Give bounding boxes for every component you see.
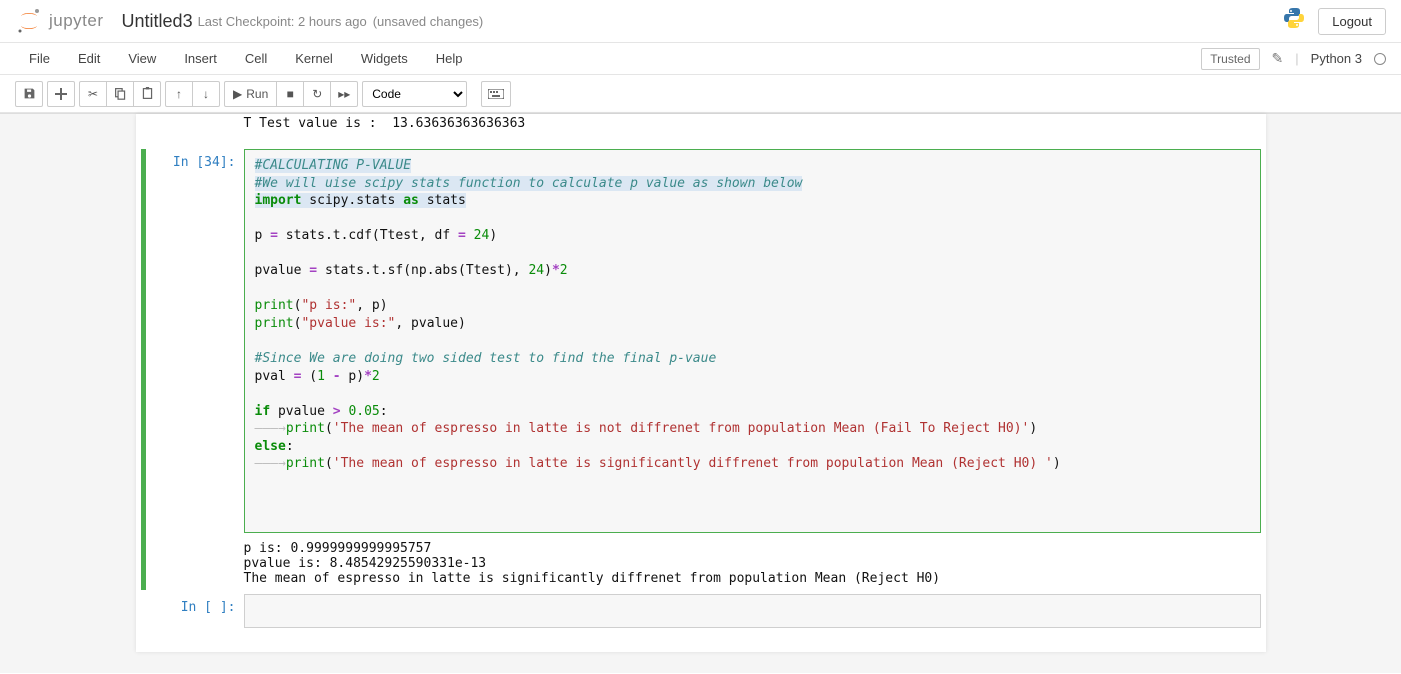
menu-help[interactable]: Help bbox=[422, 45, 477, 72]
cell-output: p is: 0.9999999999995757 pvalue is: 8.48… bbox=[244, 533, 1261, 590]
input-prompt: In [34]: bbox=[146, 149, 244, 590]
trusted-badge[interactable]: Trusted bbox=[1201, 48, 1259, 70]
cut-button[interactable]: ✂ bbox=[79, 81, 107, 107]
add-cell-button[interactable] bbox=[47, 81, 75, 107]
jupyter-icon bbox=[15, 7, 43, 35]
notebook-container: T Test value is : 13.63636363636363 In [… bbox=[136, 114, 1266, 652]
code-cell[interactable]: In [ ]: bbox=[146, 594, 1261, 628]
toolbar: ✂ ↑ ↓ ▶Run ■ ↻ ▸▸ Code bbox=[0, 75, 1401, 113]
kernel-indicator-icon[interactable] bbox=[1374, 53, 1386, 65]
code-input[interactable]: #CALCULATING P-VALUE #We will uise scipy… bbox=[244, 149, 1261, 533]
unsaved-text: (unsaved changes) bbox=[373, 14, 484, 29]
paste-button[interactable] bbox=[133, 81, 161, 107]
menu-file[interactable]: File bbox=[15, 45, 64, 72]
logout-button[interactable]: Logout bbox=[1318, 8, 1386, 35]
jupyter-logo[interactable]: jupyter bbox=[15, 7, 104, 35]
menu-insert[interactable]: Insert bbox=[170, 45, 231, 72]
menu-cell[interactable]: Cell bbox=[231, 45, 281, 72]
notebook-area: T Test value is : 13.63636363636363 In [… bbox=[0, 113, 1401, 673]
move-down-button[interactable]: ↓ bbox=[192, 81, 220, 107]
cell-type-select[interactable]: Code bbox=[362, 81, 467, 107]
edit-icon[interactable]: ✎ bbox=[1268, 50, 1288, 67]
menu-view[interactable]: View bbox=[114, 45, 170, 72]
python-icon bbox=[1282, 6, 1306, 36]
menu-kernel[interactable]: Kernel bbox=[281, 45, 347, 72]
menubar: File Edit View Insert Cell Kernel Widget… bbox=[0, 43, 1401, 75]
run-button[interactable]: ▶Run bbox=[224, 81, 277, 107]
command-palette-button[interactable] bbox=[481, 81, 511, 107]
copy-button[interactable] bbox=[106, 81, 134, 107]
restart-button[interactable]: ↻ bbox=[303, 81, 331, 107]
move-up-button[interactable]: ↑ bbox=[165, 81, 193, 107]
restart-run-all-button[interactable]: ▸▸ bbox=[330, 81, 358, 107]
input-prompt: In [ ]: bbox=[146, 594, 244, 628]
code-input[interactable] bbox=[244, 594, 1261, 628]
checkpoint-text: Last Checkpoint: 2 hours ago bbox=[198, 14, 367, 29]
notebook-header: jupyter Untitled3 Last Checkpoint: 2 hou… bbox=[0, 0, 1401, 43]
prev-output: T Test value is : 13.63636363636363 bbox=[136, 114, 1266, 149]
code-cell[interactable]: In [34]: #CALCULATING P-VALUE #We will u… bbox=[141, 149, 1261, 590]
save-button[interactable] bbox=[15, 81, 43, 107]
logo-text: jupyter bbox=[49, 11, 104, 31]
notebook-title[interactable]: Untitled3 bbox=[122, 11, 193, 32]
interrupt-button[interactable]: ■ bbox=[276, 81, 304, 107]
menu-edit[interactable]: Edit bbox=[64, 45, 114, 72]
menu-widgets[interactable]: Widgets bbox=[347, 45, 422, 72]
kernel-name[interactable]: Python 3 bbox=[1307, 51, 1366, 66]
